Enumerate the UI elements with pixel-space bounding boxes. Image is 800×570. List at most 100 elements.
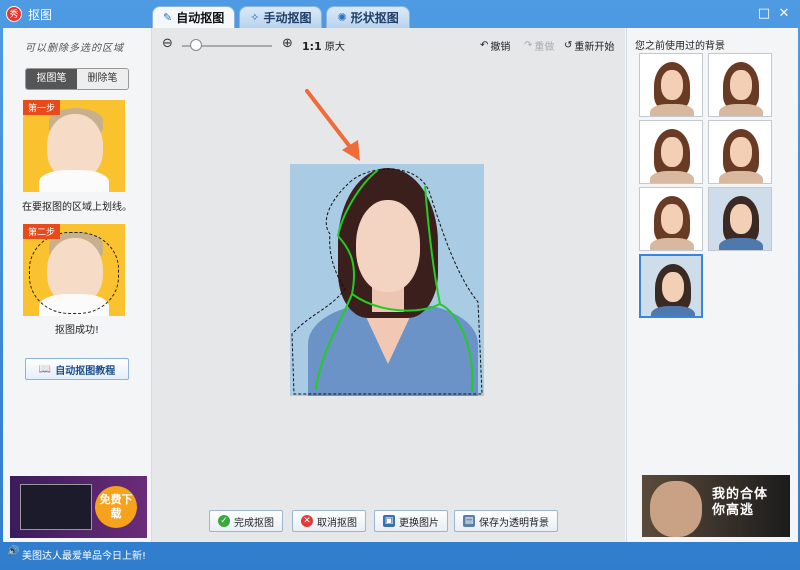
background-thumbnail[interactable]: [708, 120, 772, 184]
actual-size-button[interactable]: 1:1 原大: [302, 38, 345, 53]
ad-text-line2: 你高逃: [712, 503, 755, 518]
ad-face-image: [650, 481, 702, 537]
step2-badge: 第二步: [23, 224, 61, 239]
restart-icon: ↺: [564, 40, 573, 51]
finish-label: 完成抠图: [234, 517, 274, 529]
undo-button[interactable]: ↶ 撤销: [480, 38, 510, 53]
baby-body: [39, 170, 109, 192]
step2-illustration: 第二步: [23, 224, 125, 316]
tutorial-label: 自动抠图教程: [55, 365, 116, 377]
panel-title: 您之前使用过的背景: [635, 41, 725, 52]
thumbnail-face: [730, 70, 752, 100]
tutorial-button[interactable]: 📖 自动抠图教程: [25, 358, 129, 380]
ad-text: 我的合体 你高逃: [712, 487, 768, 519]
tab-label: 形状抠图: [350, 11, 399, 25]
background-thumbnails: [639, 53, 779, 318]
left-ad-banner[interactable]: 免费下载: [10, 476, 147, 538]
image-icon: ▣: [383, 515, 395, 527]
save-icon: ▤: [463, 515, 475, 527]
tab-manual-cutout[interactable]: ✧ 手动抠图: [239, 6, 323, 28]
status-text[interactable]: 美图达人最爱单品今日上新!: [22, 547, 146, 562]
thumbnail-face: [661, 137, 683, 167]
app-window: 秀 抠图 ✎ 自动抠图 ✧ 手动抠图 ✺ 形状抠图 □ ✕ 可以删除多选的区域 …: [0, 0, 800, 570]
speaker-icon: 🔊: [7, 546, 20, 557]
background-thumbnail[interactable]: [639, 53, 703, 117]
step1-badge: 第一步: [23, 100, 61, 115]
zoom-out-icon[interactable]: ⊖: [162, 36, 173, 51]
hint-text: 可以删除多选的区域: [25, 43, 124, 54]
background-thumbnail[interactable]: [639, 187, 703, 251]
zoom-ratio: 1:1: [302, 40, 322, 53]
left-panel: 可以删除多选的区域 抠图笔 删除笔 第一步 在要抠图的区域上划线。 第二步 抠图…: [3, 28, 152, 542]
title-bar: 秀 抠图 ✎ 自动抠图 ✧ 手动抠图 ✺ 形状抠图 □ ✕: [0, 0, 800, 28]
thumbnail-body: [719, 238, 763, 250]
thumbnail-body: [719, 171, 763, 183]
cancel-label: 取消抠图: [317, 517, 357, 529]
ad-screen-image: [20, 484, 92, 530]
undo-icon: ↶: [480, 40, 489, 51]
ad-free-download-badge: 免费下载: [95, 486, 137, 528]
background-thumbnail[interactable]: [708, 53, 772, 117]
background-thumbnail[interactable]: [639, 120, 703, 184]
step1-caption: 在要抠图的区域上划线。: [22, 202, 132, 213]
tab-label: 手动抠图: [263, 11, 312, 25]
tab-auto-cutout[interactable]: ✎ 自动抠图: [152, 6, 236, 28]
shape-icon: ✺: [337, 11, 347, 24]
brush-icon: ✎: [163, 11, 173, 24]
canvas-area: ⊖ ⊕ 1:1 原大 ↶ 撤销 ↷ 重做 ↺ 重新开始 ✓ 完成抠图 ✕ 取消抠…: [152, 28, 625, 542]
finish-cutout-button[interactable]: ✓ 完成抠图: [209, 510, 283, 532]
pen-mode-switch: 抠图笔 删除笔: [25, 68, 129, 90]
content-area: 可以删除多选的区域 抠图笔 删除笔 第一步 在要抠图的区域上划线。 第二步 抠图…: [3, 28, 798, 542]
save-label: 保存为透明背景: [479, 517, 549, 529]
app-logo: 秀: [6, 6, 22, 22]
background-thumbnail[interactable]: [639, 254, 703, 318]
step1-illustration: 第一步: [23, 100, 125, 192]
restart-label: 重新开始: [574, 42, 615, 53]
redo-button[interactable]: ↷ 重做: [524, 38, 554, 53]
thumbnail-face: [662, 272, 684, 302]
save-transparent-button[interactable]: ▤ 保存为透明背景: [454, 510, 558, 532]
actual-size-label: 原大: [324, 42, 345, 53]
thumbnail-face: [661, 70, 683, 100]
maximize-icon[interactable]: □: [757, 7, 771, 21]
redo-label: 重做: [534, 42, 555, 53]
zoom-in-icon[interactable]: ⊕: [282, 36, 293, 51]
action-bar: ✓ 完成抠图 ✕ 取消抠图 ▣ 更换图片 ▤ 保存为透明背景: [152, 508, 625, 538]
zoom-slider-knob[interactable]: [189, 39, 202, 51]
undo-label: 撤销: [490, 42, 511, 53]
thumbnail-face: [661, 204, 683, 234]
thumbnail-body: [719, 104, 763, 116]
ad-text-line1: 我的合体: [712, 487, 769, 502]
replace-label: 更换图片: [399, 517, 439, 529]
replace-image-button[interactable]: ▣ 更换图片: [374, 510, 448, 532]
selection-outline: [29, 232, 119, 314]
tab-shape-cutout[interactable]: ✺ 形状抠图: [326, 6, 410, 28]
step2-caption: 抠图成功!: [54, 325, 99, 336]
cancel-cutout-button[interactable]: ✕ 取消抠图: [292, 510, 366, 532]
hint-arrow-icon: [305, 89, 360, 161]
pointer-icon: ✧: [250, 11, 260, 24]
restart-button[interactable]: ↺ 重新开始: [564, 38, 614, 53]
canvas-toolbar: ⊖ ⊕ 1:1 原大 ↶ 撤销 ↷ 重做 ↺ 重新开始: [152, 28, 625, 58]
cancel-icon: ✕: [301, 515, 313, 527]
redo-icon: ↷: [524, 40, 533, 51]
thumbnail-body: [651, 306, 695, 316]
cutout-pen-button[interactable]: 抠图笔: [26, 69, 77, 89]
eraser-pen-button[interactable]: 删除笔: [77, 69, 128, 89]
status-bar: 🔊 美图达人最爱单品今日上新!: [0, 542, 800, 564]
mode-tabs: ✎ 自动抠图 ✧ 手动抠图 ✺ 形状抠图: [152, 6, 410, 28]
background-thumbnail[interactable]: [708, 187, 772, 251]
close-icon[interactable]: ✕: [777, 7, 791, 21]
selection-overlay: [291, 168, 483, 395]
thumbnail-body: [650, 238, 694, 250]
thumbnail-face: [730, 137, 752, 167]
thumbnail-face: [730, 204, 752, 234]
thumbnail-body: [650, 171, 694, 183]
check-icon: ✓: [218, 515, 230, 527]
right-ad-banner[interactable]: 我的合体 你高逃: [642, 475, 790, 537]
window-title: 抠图: [28, 8, 53, 22]
background-history-panel: 您之前使用过的背景 我的合体 你高逃: [626, 28, 798, 542]
book-icon: 📖: [38, 363, 52, 375]
tab-label: 自动抠图: [176, 11, 225, 25]
thumbnail-body: [650, 104, 694, 116]
